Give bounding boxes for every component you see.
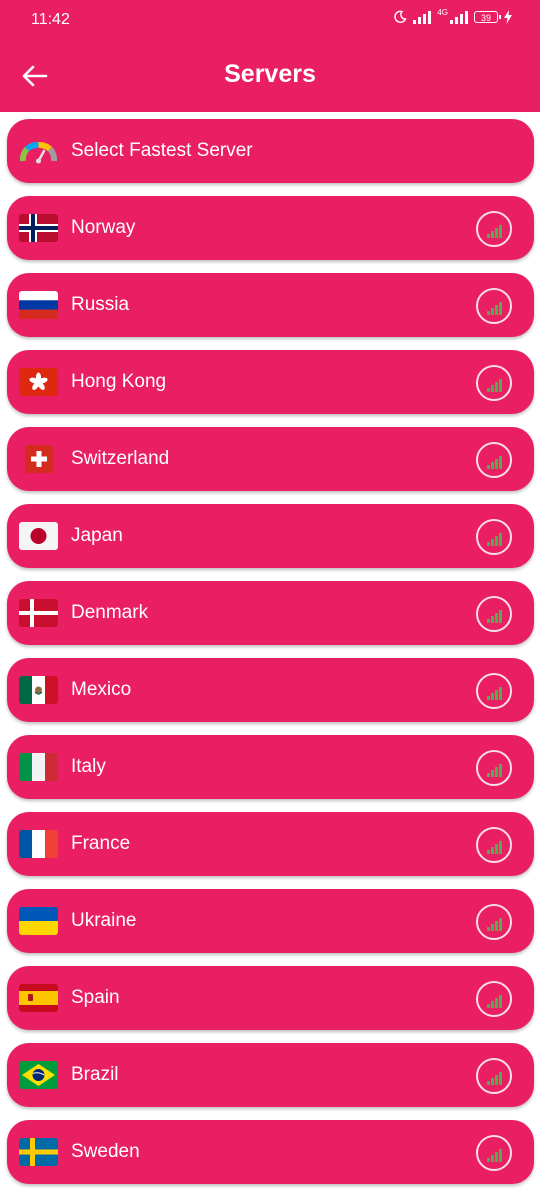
signal-strength-icon[interactable] [476,750,512,786]
status-icons: 4G 39 [393,8,512,24]
signal-strength-icon[interactable] [476,673,512,709]
signal-strength-icon[interactable] [476,596,512,632]
denmark-flag-icon [19,599,58,627]
server-row-japan[interactable]: Japan [7,504,534,568]
france-flag-icon [19,830,58,858]
status-bar: 11:42 4G 39 [0,0,540,40]
status-time: 11:42 [31,11,70,28]
server-name: Spain [71,987,120,1008]
switzerland-flag-icon [25,445,53,473]
charging-icon [504,10,512,24]
server-row-denmark[interactable]: Denmark [7,581,534,645]
server-row-sweden[interactable]: Sweden [7,1120,534,1184]
server-row-norway[interactable]: Norway [7,196,534,260]
spain-flag-icon [19,984,58,1012]
signal-strength-icon[interactable] [476,904,512,940]
server-name: Hong Kong [71,371,167,392]
brazil-flag-icon [19,1061,58,1089]
server-name: Mexico [71,679,132,700]
server-row-ukraine[interactable]: Ukraine [7,889,534,953]
server-name: Switzerland [71,448,170,469]
select-fastest-server-button[interactable]: Select Fastest Server [7,119,534,183]
cell-signal-icon [413,10,432,24]
cell-signal-2-icon [450,10,468,24]
signal-strength-icon[interactable] [476,442,512,478]
server-list: Select Fastest Server Norway Russia Hong… [7,119,534,1197]
signal-strength-icon[interactable] [476,981,512,1017]
hong-kong-flag-icon [19,368,58,396]
server-row-russia[interactable]: Russia [7,273,534,337]
speedometer-icon [19,142,58,164]
signal-strength-icon[interactable] [476,519,512,555]
mexico-flag-icon [19,676,58,704]
server-row-spain[interactable]: Spain [7,966,534,1030]
ukraine-flag-icon [19,907,58,935]
server-name: Italy [71,756,106,777]
server-name: Denmark [71,602,149,623]
server-row-brazil[interactable]: Brazil [7,1043,534,1107]
italy-flag-icon [19,753,58,781]
server-row-italy[interactable]: Italy [7,735,534,799]
server-name: Ukraine [71,910,137,931]
server-name: Japan [71,525,123,546]
network-type: 4G [437,8,448,17]
server-row-switzerland[interactable]: Switzerland [7,427,534,491]
server-row-france[interactable]: France [7,812,534,876]
battery-icon: 39 [474,11,501,23]
server-name: Sweden [71,1141,140,1162]
japan-flag-icon [19,522,58,550]
fastest-server-label: Select Fastest Server [71,140,253,161]
server-name: Brazil [71,1064,119,1085]
server-name: Russia [71,294,130,315]
signal-strength-icon[interactable] [476,211,512,247]
norway-flag-icon [19,214,58,242]
server-row-hong-kong[interactable]: Hong Kong [7,350,534,414]
app-header: Servers [0,40,540,112]
signal-strength-icon[interactable] [476,1058,512,1094]
sweden-flag-icon [19,1138,58,1166]
russia-flag-icon [19,291,58,319]
server-name: France [71,833,131,854]
signal-strength-icon[interactable] [476,365,512,401]
server-row-mexico[interactable]: Mexico [7,658,534,722]
moon-icon [394,10,407,23]
signal-strength-icon[interactable] [476,288,512,324]
page-title: Servers [224,60,316,88]
server-name: Norway [71,217,136,238]
signal-strength-icon[interactable] [476,1135,512,1171]
signal-strength-icon[interactable] [476,827,512,863]
